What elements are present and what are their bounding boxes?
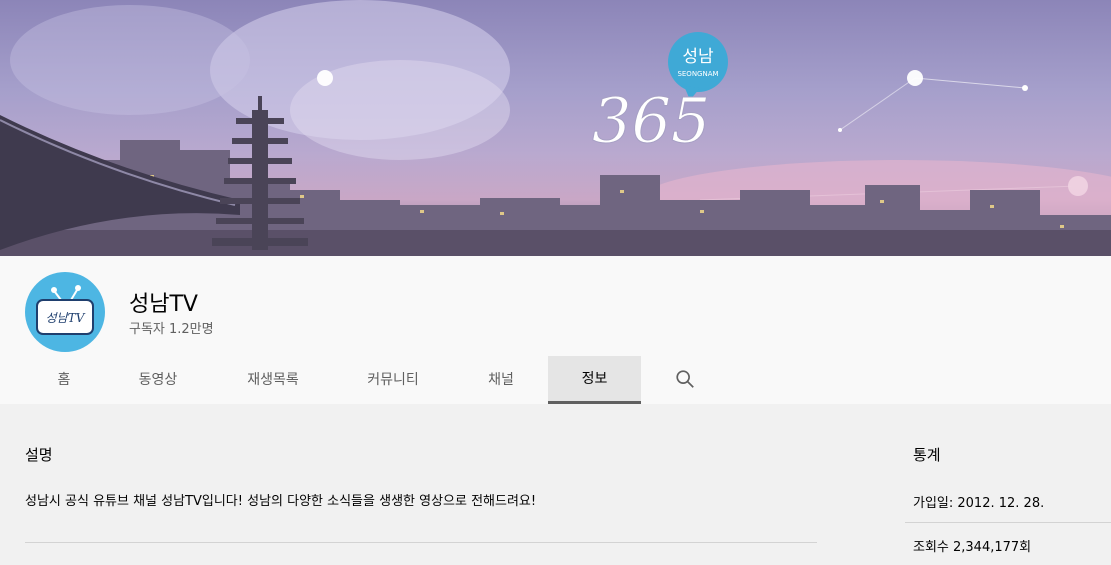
channel-avatar[interactable]: 성남TV [25, 272, 105, 352]
channel-tabs: 홈 동영상 재생목록 커뮤니티 채널 정보 [0, 356, 1111, 404]
tab-videos[interactable]: 동영상 [118, 356, 198, 404]
tv-logo-icon: 성남TV [36, 285, 94, 335]
tab-home[interactable]: 홈 [26, 356, 102, 404]
logo-number-text: 365 [592, 84, 710, 157]
tab-playlists[interactable]: 재생목록 [228, 356, 318, 404]
stats-heading: 통계 [913, 446, 941, 464]
banner-art: 성남 SEONGNAM 365 [0, 0, 1111, 256]
join-date: 가입일: 2012. 12. 28. [913, 496, 1045, 511]
stats-divider [905, 522, 1111, 523]
subscriber-count: 구독자 1.2만명 [129, 322, 214, 337]
logo-city-text: 성남 [682, 47, 714, 67]
description-text: 성남시 공식 유튜브 채널 성남TV입니다! 성남의 다양한 소식들을 생생한 … [25, 494, 537, 509]
channel-name: 성남TV [129, 292, 198, 317]
logo-sub-text: SEONGNAM [677, 70, 718, 78]
channel-banner: 성남 SEONGNAM 365 [0, 0, 1111, 256]
description-divider [25, 542, 817, 543]
description-heading: 설명 [25, 446, 53, 464]
tab-community[interactable]: 커뮤니티 [348, 356, 438, 404]
tab-channels[interactable]: 채널 [466, 356, 536, 404]
view-count: 조회수 2,344,177회 [913, 540, 1032, 555]
search-icon[interactable] [674, 368, 696, 390]
channel-header: 성남TV 성남TV 구독자 1.2만명 홈 동영상 재생목록 커뮤니티 채널 정… [0, 256, 1111, 404]
about-content: 설명 성남시 공식 유튜브 채널 성남TV입니다! 성남의 다양한 소식들을 생… [0, 404, 1111, 565]
tab-about[interactable]: 정보 [548, 356, 641, 404]
avatar-text: 성남TV [46, 311, 86, 325]
